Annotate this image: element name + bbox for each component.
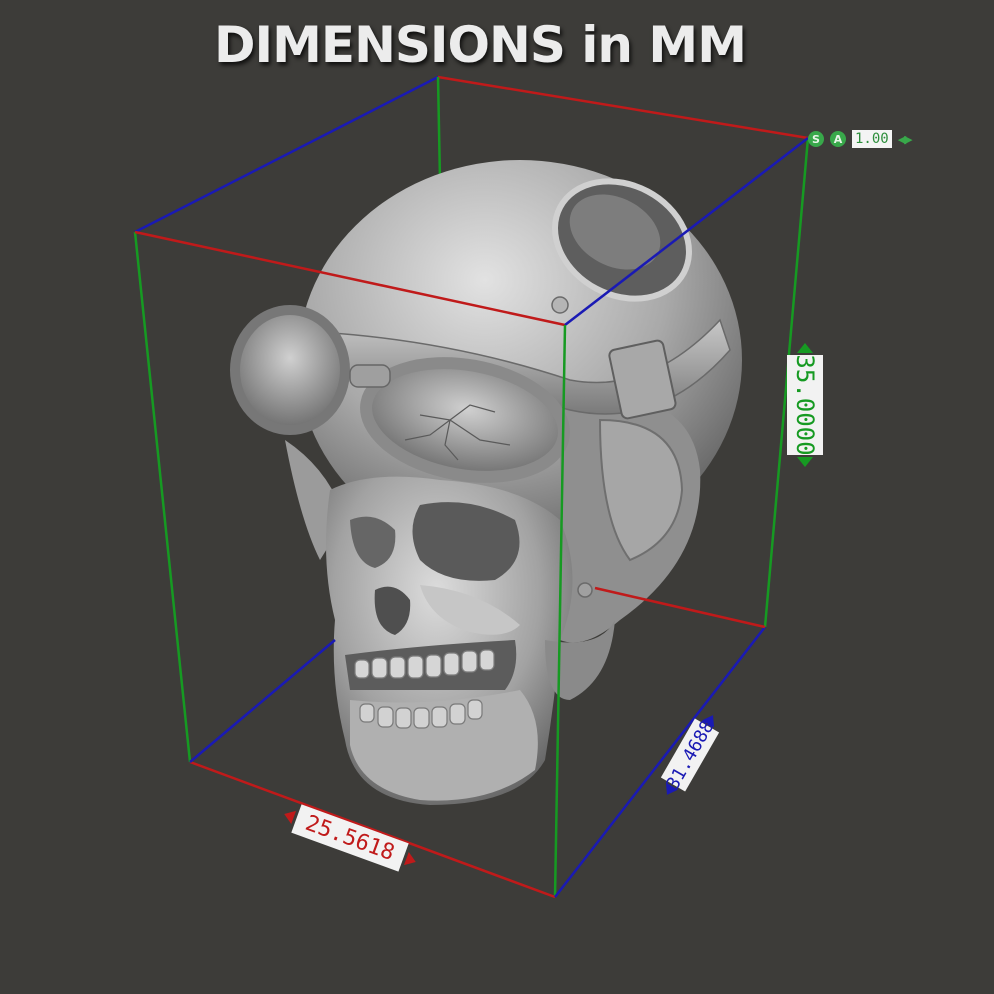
height-dimension-label[interactable]: 35.0000 (787, 343, 823, 467)
scale-toolbar: S A 1.00 ◀▶ (808, 128, 913, 150)
width-dimension-label[interactable]: 25.5618 (279, 800, 421, 876)
scale-stepper-arrows-icon[interactable]: ◀▶ (898, 133, 913, 146)
axis-icon[interactable]: A (830, 131, 846, 147)
snap-icon[interactable]: S (808, 131, 824, 147)
width-value: 25.5618 (302, 811, 398, 866)
skull-helmet-model[interactable] (230, 159, 742, 805)
scale-input[interactable]: 1.00 (852, 130, 892, 148)
height-value: 35.0000 (791, 354, 819, 455)
